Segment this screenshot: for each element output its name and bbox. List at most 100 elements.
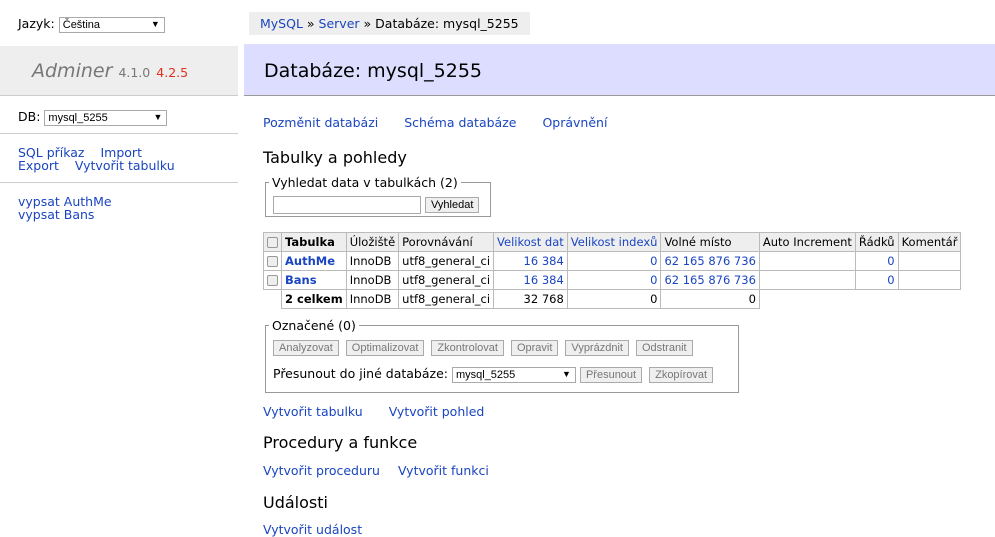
table-row: Bans InnoDB utf8_general_ci 16 384 0 62 … bbox=[263, 270, 962, 290]
free-space-link[interactable]: 62 165 876 736 bbox=[664, 273, 755, 287]
table-link[interactable]: Bans bbox=[285, 273, 317, 287]
tables-heading: Tabulky a pohledy bbox=[263, 148, 407, 167]
selected-actions: Analyzovat Optimalizovat Zkontrolovat Op… bbox=[273, 339, 696, 356]
select-bans-link[interactable]: vypsat Bans bbox=[18, 207, 94, 222]
total-collation: utf8_general_ci bbox=[398, 289, 495, 309]
page-title: Databáze: mysql_5255 bbox=[264, 60, 483, 82]
rows-link[interactable]: 0 bbox=[887, 254, 894, 268]
col-header: Volné místo bbox=[660, 232, 760, 252]
move-db-value: mysql_5255 bbox=[455, 368, 516, 381]
breadcrumb-mysql[interactable]: MySQL bbox=[260, 16, 303, 31]
move-row: Přesunout do jiné databáze: mysql_5255 ▼… bbox=[273, 366, 716, 383]
table-link[interactable]: AuthMe bbox=[285, 254, 335, 268]
select-all-checkbox[interactable] bbox=[267, 237, 278, 248]
search-input[interactable] bbox=[273, 196, 421, 214]
index-size-cell: 0 bbox=[566, 251, 662, 271]
selected-fieldset: Označené (0) Analyzovat Optimalizovat Zk… bbox=[265, 318, 739, 393]
free-space-link[interactable]: 62 165 876 736 bbox=[664, 254, 755, 268]
page-header: Databáze: mysql_5255 bbox=[244, 44, 995, 96]
create-view-link[interactable]: Vytvořit pohled bbox=[389, 404, 485, 419]
language-select[interactable]: Čeština ▼ bbox=[58, 16, 165, 33]
sidebar: Jazyk: Čeština ▼ Adminer 4.1.0 4.2.5 DB:… bbox=[0, 0, 244, 533]
create-links: Vytvořit tabulku Vytvořit pohled bbox=[263, 404, 506, 419]
create-function-link[interactable]: Vytvořit funkci bbox=[398, 463, 489, 478]
breadcrumb: MySQL » Server » Databáze: mysql_5255 bbox=[249, 12, 530, 35]
table-name-cell: AuthMe bbox=[281, 251, 347, 271]
move-label: Přesunout do jiné databáze: bbox=[273, 366, 448, 381]
new-version[interactable]: 4.2.5 bbox=[156, 65, 188, 80]
create-table-link[interactable]: Vytvořit tabulku bbox=[75, 158, 175, 173]
col-header[interactable]: Velikost dat bbox=[493, 232, 568, 252]
rows-cell: 0 bbox=[854, 251, 899, 271]
repair-button[interactable]: Opravit bbox=[510, 339, 559, 356]
language-selector: Jazyk: Čeština ▼ bbox=[18, 16, 165, 33]
breadcrumb-server[interactable]: Server bbox=[319, 16, 360, 31]
adminer-logo-link[interactable]: Adminer bbox=[32, 60, 112, 82]
data-size-cell: 16 384 bbox=[493, 270, 568, 290]
empty-cell bbox=[264, 290, 282, 309]
truncate-button[interactable]: Vyprázdnit bbox=[565, 339, 629, 356]
privileges-link[interactable]: Oprávnění bbox=[542, 115, 607, 130]
rows-link[interactable]: 0 bbox=[887, 273, 894, 287]
create-table-link[interactable]: Vytvořit tabulku bbox=[263, 404, 363, 419]
export-link[interactable]: Export bbox=[18, 158, 59, 173]
row-checkbox[interactable] bbox=[267, 275, 278, 286]
chevron-down-icon: ▼ bbox=[562, 368, 571, 379]
database-schema-link[interactable]: Schéma databáze bbox=[404, 115, 516, 130]
language-label: Jazyk: bbox=[18, 16, 55, 31]
db-label: DB: bbox=[18, 109, 41, 124]
breadcrumb-separator: » bbox=[363, 16, 372, 31]
chevron-down-icon: ▼ bbox=[153, 111, 163, 122]
col-header-link[interactable]: Velikost dat bbox=[497, 235, 564, 249]
procedure-links: Vytvořit proceduru Vytvořit funkci bbox=[263, 463, 511, 478]
auto-increment-cell bbox=[758, 251, 856, 271]
table-total-row: 2 celkem InnoDB utf8_general_ci 32 768 0… bbox=[264, 289, 961, 309]
engine-cell: InnoDB bbox=[345, 251, 400, 271]
col-header[interactable]: Velikost indexů bbox=[566, 232, 662, 252]
data-size-link[interactable]: 16 384 bbox=[524, 254, 564, 268]
check-button[interactable]: Zkontrolovat bbox=[431, 339, 504, 356]
row-checkbox[interactable] bbox=[267, 256, 278, 267]
index-size-link[interactable]: 0 bbox=[650, 254, 657, 268]
tables-table: Tabulka Úložiště Porovnávání Velikost da… bbox=[263, 232, 962, 309]
optimize-button[interactable]: Optimalizovat bbox=[345, 339, 425, 356]
select-all-cell bbox=[263, 232, 282, 252]
db-nav: Pozměnit databázi Schéma databáze Oprávn… bbox=[263, 115, 629, 130]
free-space-cell: 62 165 876 736 bbox=[660, 270, 760, 290]
db-select[interactable]: mysql_5255 ▼ bbox=[44, 109, 168, 126]
data-size-cell: 16 384 bbox=[493, 251, 568, 271]
events-heading: Události bbox=[263, 493, 328, 512]
total-index-size: 0 bbox=[566, 289, 662, 309]
breadcrumb-current: Databáze: mysql_5255 bbox=[375, 16, 519, 31]
row-checkbox-cell bbox=[263, 270, 282, 290]
collation-cell: utf8_general_ci bbox=[398, 251, 495, 271]
table-row: AuthMe InnoDB utf8_general_ci 16 384 0 6… bbox=[263, 251, 962, 271]
create-procedure-link[interactable]: Vytvořit proceduru bbox=[263, 463, 380, 478]
divider bbox=[0, 133, 238, 134]
comment-cell bbox=[897, 251, 962, 271]
total-free-space: 0 bbox=[660, 289, 760, 309]
col-header-link[interactable]: Velikost indexů bbox=[571, 235, 658, 249]
create-event-link[interactable]: Vytvořit událost bbox=[263, 522, 362, 537]
search-button[interactable]: Vyhledat bbox=[424, 197, 480, 213]
alter-database-link[interactable]: Pozměnit databázi bbox=[263, 115, 378, 130]
col-header: Porovnávání bbox=[398, 232, 495, 252]
col-header: Tabulka bbox=[281, 232, 347, 252]
analyze-button[interactable]: Analyzovat bbox=[273, 339, 339, 356]
index-size-link[interactable]: 0 bbox=[650, 273, 657, 287]
move-button[interactable]: Přesunout bbox=[579, 366, 643, 383]
drop-button[interactable]: Odstranit bbox=[635, 339, 693, 356]
engine-cell: InnoDB bbox=[345, 270, 400, 290]
total-label: 2 celkem bbox=[281, 289, 347, 309]
version: 4.1.0 bbox=[118, 65, 151, 80]
selected-legend: Označené (0) bbox=[272, 318, 356, 333]
logo: Adminer 4.1.0 4.2.5 bbox=[32, 60, 188, 82]
divider bbox=[0, 182, 238, 183]
move-db-select[interactable]: mysql_5255 ▼ bbox=[451, 366, 576, 383]
total-engine: InnoDB bbox=[345, 289, 400, 309]
copy-button[interactable]: Zkopírovat bbox=[649, 366, 714, 383]
row-checkbox-cell bbox=[263, 251, 282, 271]
empty-cell bbox=[759, 290, 961, 309]
col-header: Auto Increment bbox=[758, 232, 856, 252]
data-size-link[interactable]: 16 384 bbox=[524, 273, 564, 287]
